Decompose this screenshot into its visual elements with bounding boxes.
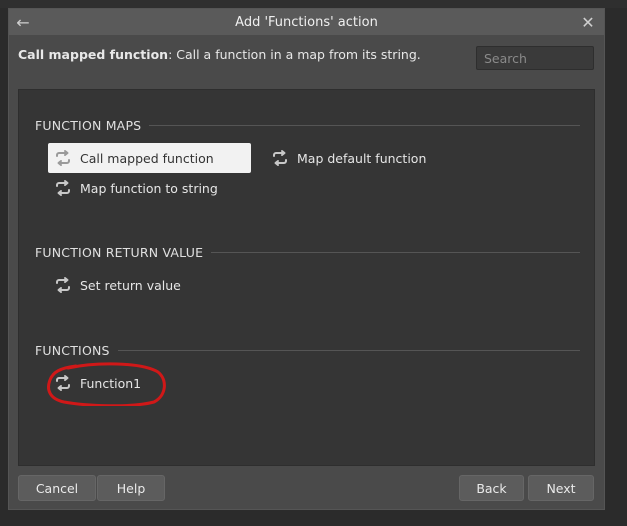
close-icon[interactable]: ✕ [578,12,598,32]
back-button[interactable]: Back [459,475,524,501]
next-button[interactable]: Next [528,475,594,501]
repeat-icon [52,373,74,393]
action-item-label: Function1 [80,375,142,391]
dialog-title: Add 'Functions' action [235,14,378,30]
section-title: FUNCTION MAPS [35,118,142,133]
search-input[interactable] [476,46,594,70]
action-item-map-default-function[interactable]: Map default function [265,143,435,173]
section-functions: FUNCTIONS [35,343,580,358]
section-divider [149,125,580,126]
action-description: Call mapped function: Call a function in… [18,47,458,62]
action-item-label: Set return value [80,277,181,293]
section-title: FUNCTION RETURN VALUE [35,245,204,260]
repeat-icon [269,148,291,168]
action-item-call-mapped-function[interactable]: Call mapped function [48,143,251,173]
help-button[interactable]: Help [97,475,165,501]
repeat-icon [52,275,74,295]
action-description-text: : Call a function in a map from its stri… [168,47,421,62]
section-divider [117,350,580,351]
action-item-label: Map default function [297,150,427,166]
action-item-label: Call mapped function [80,150,214,166]
back-arrow-icon[interactable]: ← [13,12,33,32]
section-divider [211,252,580,253]
action-item-function1[interactable]: Function1 [48,368,251,398]
repeat-icon [52,148,74,168]
cancel-button[interactable]: Cancel [18,475,96,501]
action-description-name: Call mapped function [18,47,169,62]
add-action-dialog: ← Add 'Functions' action ✕ Call mapped f… [8,8,605,510]
section-title: FUNCTIONS [35,343,110,358]
repeat-icon [52,178,74,198]
dialog-titlebar: ← Add 'Functions' action ✕ [9,9,604,35]
action-item-map-function-to-string[interactable]: Map function to string [48,173,251,203]
section-function-maps: FUNCTION MAPS [35,118,580,133]
actions-list-panel: FUNCTION MAPS Call mapped function Map d… [18,89,595,466]
action-item-set-return-value[interactable]: Set return value [48,270,251,300]
background-strip [0,0,627,8]
section-function-return-value: FUNCTION RETURN VALUE [35,245,580,260]
action-item-label: Map function to string [80,180,218,196]
